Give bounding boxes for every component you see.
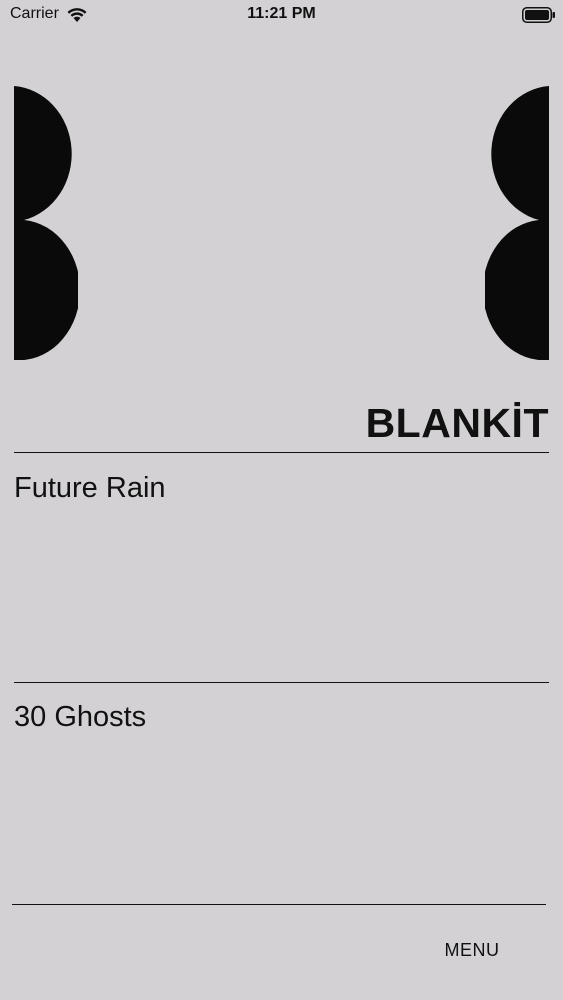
list-item-future-rain[interactable]: Future Rain — [14, 470, 549, 506]
divider-top — [14, 452, 549, 453]
logo-mark-right — [485, 86, 549, 360]
list-item-30-ghosts[interactable]: 30 Ghosts — [14, 699, 549, 735]
divider-middle — [14, 682, 549, 683]
status-bar: Carrier 11:21 PM — [0, 0, 563, 30]
battery-icon — [522, 7, 555, 23]
divider-bottom — [12, 904, 546, 905]
logo-mark-left — [14, 86, 78, 360]
brand-wordmark: BLANKİT — [365, 400, 549, 446]
menu-button[interactable]: MENU — [430, 936, 514, 964]
clock-label: 11:21 PM — [247, 5, 316, 22]
